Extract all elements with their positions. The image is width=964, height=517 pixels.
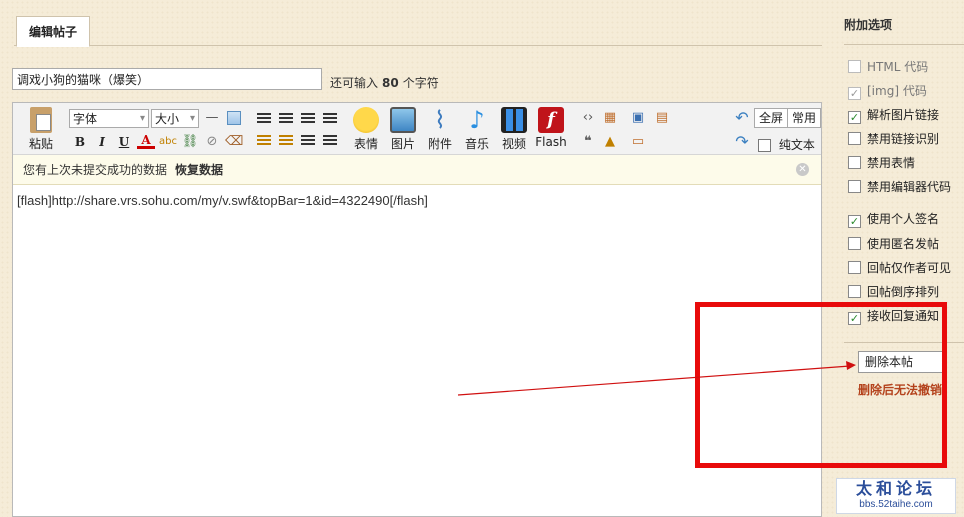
code-icon[interactable]: ‹› bbox=[579, 109, 597, 127]
flash-button[interactable]: f Flash bbox=[534, 107, 568, 149]
divider bbox=[844, 44, 964, 45]
checkbox-checked-icon[interactable]: ✓ bbox=[848, 111, 861, 124]
editor-content[interactable]: [flash]http://share.vrs.sohu.com/my/v.sw… bbox=[13, 185, 821, 216]
paperclip-icon: ⌇ bbox=[434, 106, 446, 134]
attachment-button[interactable]: ⌇ 附件 bbox=[423, 107, 457, 152]
option-item[interactable]: 禁用链接识别 bbox=[848, 130, 939, 146]
underline-button[interactable]: U bbox=[115, 133, 133, 151]
tab-edit-post[interactable]: 编辑帖子 bbox=[16, 16, 91, 47]
restore-notice: 您有上次未提交成功的数据 恢复数据 ✕ bbox=[13, 155, 821, 185]
box-icon[interactable]: ▭ bbox=[629, 133, 647, 151]
plaintext-checkbox[interactable] bbox=[758, 139, 771, 152]
font-select[interactable]: 字体 bbox=[69, 109, 149, 128]
fullscreen-button[interactable]: 全屏 bbox=[754, 108, 789, 128]
option-label: 禁用链接识别 bbox=[867, 132, 940, 146]
option-label: 使用个人签名 bbox=[867, 212, 940, 226]
music-note-icon: ♪ bbox=[469, 106, 485, 134]
undo-icon[interactable]: ↶ bbox=[733, 109, 751, 127]
option-label: 禁用编辑器代码 bbox=[867, 180, 952, 194]
size-select[interactable]: 大小 bbox=[151, 109, 199, 128]
hide-icon[interactable]: ▲ bbox=[601, 133, 619, 151]
align-left-icon[interactable] bbox=[257, 113, 271, 125]
editor-toolbar: 粘贴 字体 大小 — B I U A abc ⛓ ⊘ ⌫ 表情 bbox=[13, 103, 821, 155]
link-icon[interactable]: ⛓ bbox=[181, 133, 199, 151]
checkbox-icon[interactable] bbox=[848, 285, 861, 298]
checkbox-icon[interactable] bbox=[848, 180, 861, 193]
unlink-icon[interactable]: ⊘ bbox=[203, 133, 221, 151]
option-item[interactable]: 禁用编辑器代码 bbox=[848, 178, 951, 194]
tab-bar: 编辑帖子 bbox=[14, 14, 822, 47]
option-label: 禁用表情 bbox=[867, 156, 916, 170]
annotation-box bbox=[695, 302, 947, 468]
align-right-icon[interactable] bbox=[301, 113, 315, 125]
option-label: 解析图片链接 bbox=[867, 108, 940, 122]
option-label: 回帖倒序排列 bbox=[867, 285, 940, 299]
subject-input[interactable] bbox=[12, 68, 322, 90]
float-right-icon[interactable] bbox=[279, 135, 293, 147]
close-icon[interactable]: ✕ bbox=[796, 163, 809, 176]
option-item[interactable]: 使用匿名发帖 bbox=[848, 235, 939, 251]
quote-icon[interactable]: ❝ bbox=[579, 133, 597, 151]
spellcheck-icon[interactable]: abc bbox=[159, 133, 177, 151]
free-icon[interactable]: ▦ bbox=[601, 109, 619, 127]
image-button[interactable]: 图片 bbox=[386, 107, 420, 152]
option-item: HTML 代码 bbox=[848, 58, 928, 74]
option-item[interactable]: ✓ 解析图片链接 bbox=[848, 106, 940, 124]
clipboard-icon bbox=[30, 107, 52, 133]
bullet-list-icon[interactable] bbox=[323, 135, 337, 147]
checkbox-icon[interactable] bbox=[848, 261, 861, 274]
char-count: 80 bbox=[382, 76, 399, 90]
insert-icon[interactable]: ▤ bbox=[653, 109, 671, 127]
plaintext-toggle[interactable]: 纯文本 bbox=[758, 136, 815, 153]
option-item: ✓ [img] 代码 bbox=[848, 82, 927, 100]
video-button[interactable]: 视频 bbox=[497, 107, 531, 152]
table-icon[interactable] bbox=[227, 111, 241, 125]
font-color-button[interactable]: A bbox=[137, 133, 155, 149]
char-remaining: 还可输入 80 个字符 bbox=[330, 76, 439, 90]
restore-data-link[interactable]: 恢复数据 bbox=[175, 163, 223, 177]
option-item[interactable]: ✓ 使用个人签名 bbox=[848, 210, 940, 228]
forum-watermark: 太和论坛 bbs.52taihe.com bbox=[836, 478, 956, 514]
watermark-title: 太和论坛 bbox=[855, 479, 936, 498]
ordered-list-icon[interactable] bbox=[301, 135, 315, 147]
option-label: HTML 代码 bbox=[867, 60, 929, 74]
option-label: 回帖仅作者可见 bbox=[867, 261, 952, 275]
watermark-url: bbs.52taihe.com bbox=[859, 499, 933, 510]
checkbox-icon[interactable] bbox=[848, 132, 861, 145]
italic-button[interactable]: I bbox=[93, 133, 111, 151]
checkbox-icon[interactable] bbox=[848, 156, 861, 169]
option-item[interactable]: 回帖仅作者可见 bbox=[848, 259, 951, 275]
float-left-icon[interactable] bbox=[257, 135, 271, 147]
bold-button[interactable]: B bbox=[71, 133, 89, 151]
checkbox-checked-icon: ✓ bbox=[848, 87, 861, 100]
flash-icon: f bbox=[538, 107, 564, 133]
image-icon bbox=[390, 107, 416, 133]
checkbox-icon bbox=[848, 60, 861, 73]
smiley-icon bbox=[353, 107, 379, 133]
film-icon bbox=[501, 107, 527, 133]
page-icon[interactable]: ▣ bbox=[629, 109, 647, 127]
common-button[interactable]: 常用 bbox=[787, 108, 821, 128]
paste-button[interactable]: 粘贴 bbox=[23, 107, 59, 152]
option-label: [img] 代码 bbox=[867, 84, 927, 98]
broom-icon[interactable]: ⌫ bbox=[225, 133, 243, 151]
option-item[interactable]: 回帖倒序排列 bbox=[848, 283, 939, 299]
music-button[interactable]: ♪ 音乐 bbox=[460, 107, 494, 152]
align-justify-icon[interactable] bbox=[323, 113, 337, 125]
option-item[interactable]: 禁用表情 bbox=[848, 154, 915, 170]
emoticon-button[interactable]: 表情 bbox=[349, 107, 383, 152]
align-center-icon[interactable] bbox=[279, 113, 293, 125]
panel-title: 附加选项 bbox=[844, 18, 893, 32]
redo-icon[interactable]: ↷ bbox=[733, 133, 751, 151]
option-label: 使用匿名发帖 bbox=[867, 237, 940, 251]
checkbox-icon[interactable] bbox=[848, 237, 861, 250]
hr-icon[interactable]: — bbox=[203, 109, 221, 127]
checkbox-checked-icon[interactable]: ✓ bbox=[848, 215, 861, 228]
